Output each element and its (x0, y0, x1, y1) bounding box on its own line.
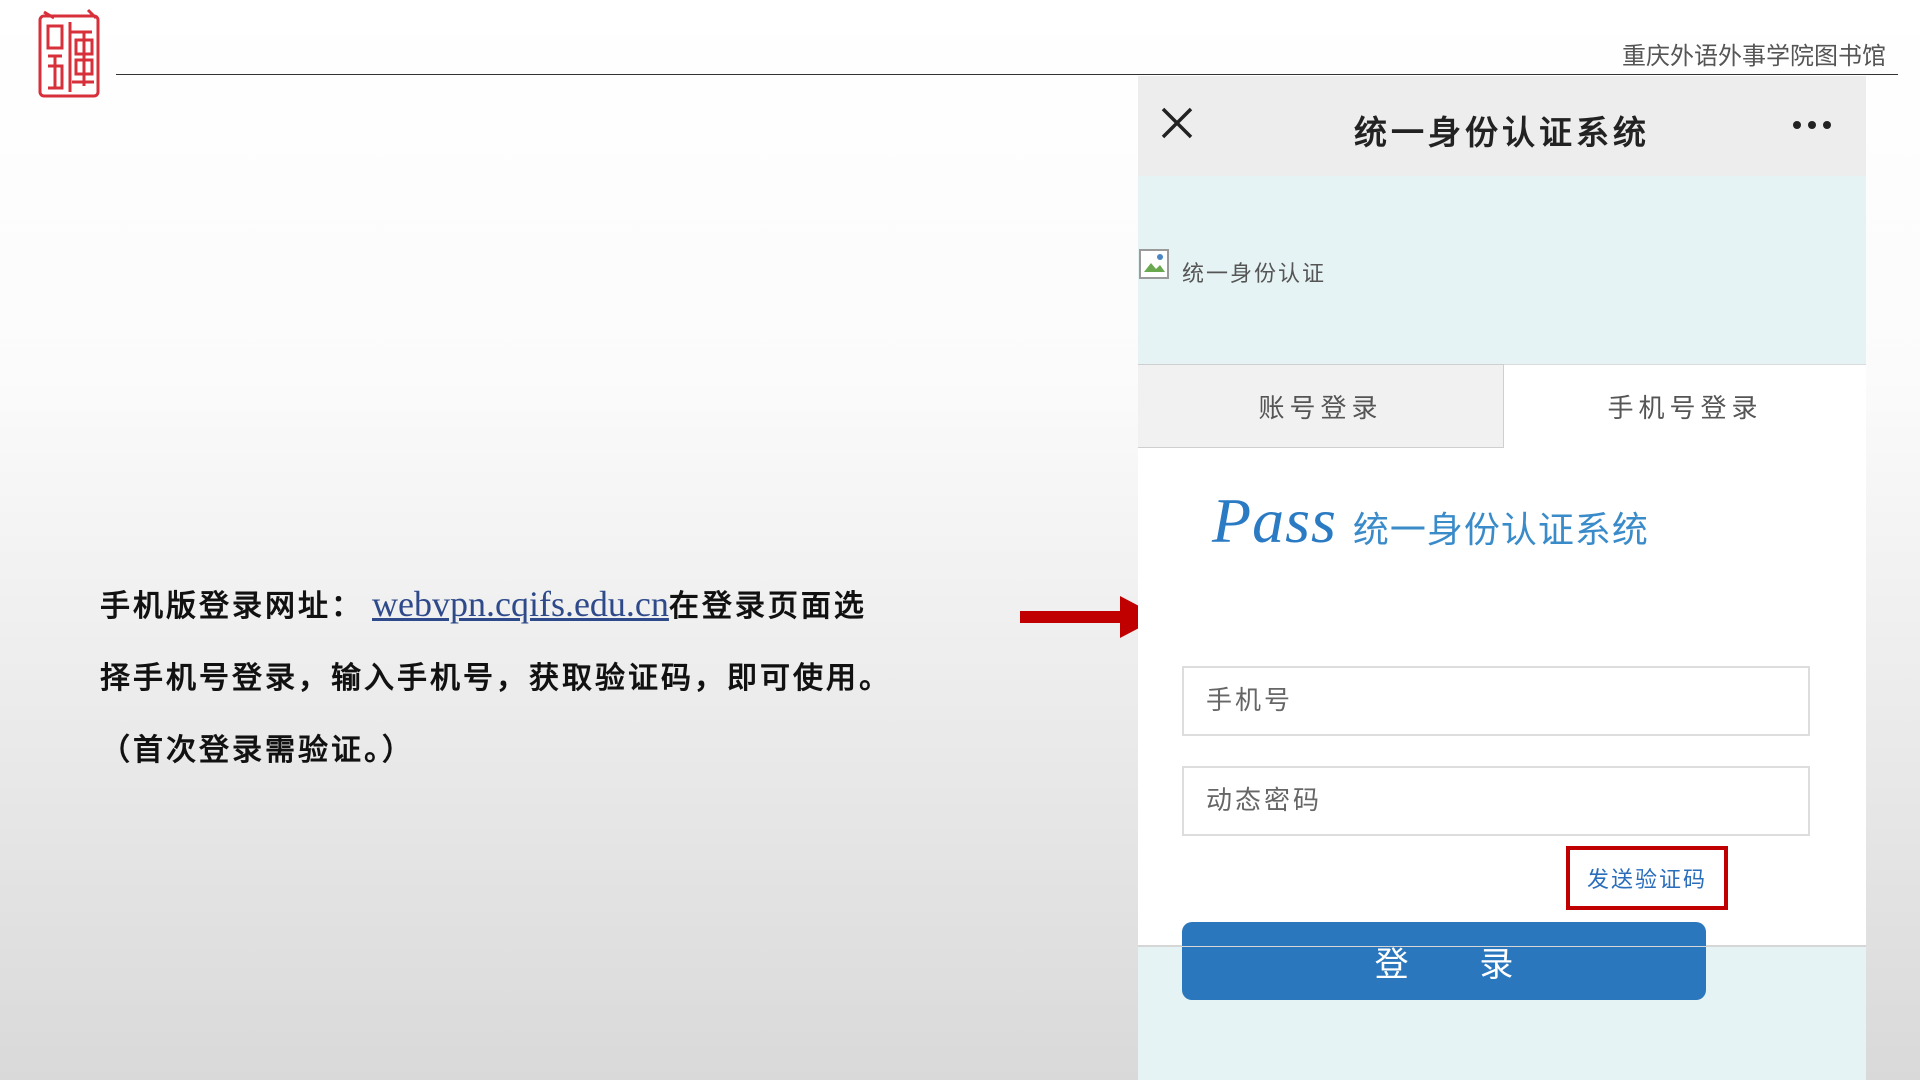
dynamic-password-input[interactable] (1182, 766, 1810, 836)
tab-mobile-login[interactable]: 手机号登录 (1504, 364, 1866, 448)
phone-page-title: 统一身份认证系统 (1354, 113, 1650, 152)
seal-logo-icon (38, 8, 100, 98)
library-name: 重庆外语外事学院图书馆 (1622, 42, 1886, 70)
phone-header-bar: 统一身份认证系统 (1138, 76, 1866, 176)
panel-bottom-divider (1138, 946, 1866, 947)
instruction-after-url: 在登录页面选 (668, 589, 867, 624)
webvpn-url-link[interactable]: webvpn.cqifs.edu.cn (364, 584, 669, 624)
login-tabs: 账号登录 手机号登录 (1138, 364, 1866, 448)
instruction-text: 手机版登录网址： webvpn.cqifs.edu.cn在登录页面选 择手机号登录… (100, 568, 1060, 787)
broken-image-icon (1139, 249, 1169, 279)
login-button[interactable]: 登 录 (1182, 922, 1706, 1000)
pass-logo-text: 统一身份认证系统 (1352, 510, 1649, 551)
send-code-button[interactable]: 发送验证码 (1566, 846, 1728, 910)
instruction-line-3: （首次登录需验证。） (100, 733, 415, 768)
image-alt-text: 统一身份认证 (1182, 262, 1327, 287)
instruction-line-1: 手机版登录网址： webvpn.cqifs.edu.cn在登录页面选 (100, 568, 1060, 643)
pass-logo: Pass 统一身份认证系统 (1212, 484, 1649, 558)
header-divider (116, 74, 1898, 75)
pass-logo-word: Pass (1212, 485, 1337, 556)
tab-account-login[interactable]: 账号登录 (1138, 364, 1504, 448)
mobile-login-screenshot: 统一身份认证系统 统一身份认证 账号登录 手机号登录 Pass 统一身份认证系统… (1138, 76, 1866, 1080)
instruction-line-2: 择手机号登录，输入手机号，获取验证码，即可使用。 (100, 661, 892, 696)
phone-number-input[interactable] (1182, 666, 1810, 736)
login-panel: Pass 统一身份认证系统 发送验证码 登 录 (1138, 448, 1866, 1000)
instruction-label: 手机版登录网址： (100, 589, 364, 624)
more-dots-icon[interactable] (1792, 120, 1832, 130)
